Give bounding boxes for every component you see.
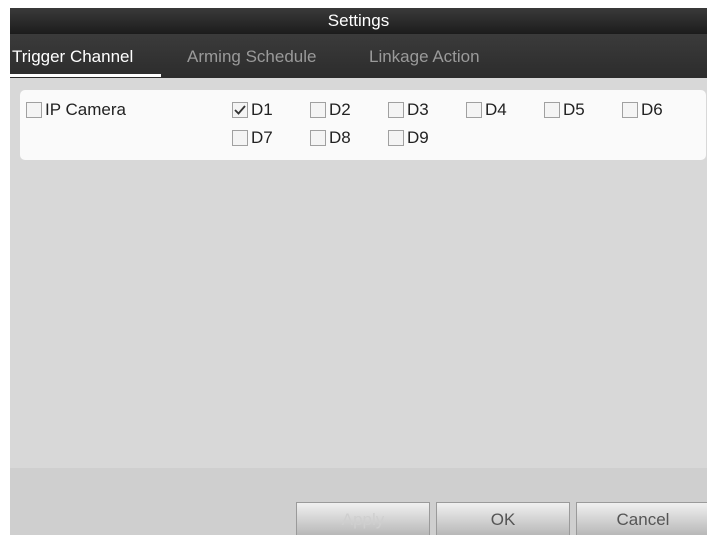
settings-dialog: Settings Trigger Channel Arming Schedule… <box>10 8 707 535</box>
channel-checkbox-d8[interactable]: D8 <box>310 128 351 148</box>
tab-trigger-channel[interactable]: Trigger Channel <box>12 47 133 67</box>
channel-checkbox-d3[interactable]: D3 <box>388 100 429 120</box>
empty-checkbox-icon <box>544 102 560 118</box>
empty-checkbox-icon <box>388 102 404 118</box>
empty-checkbox-icon <box>622 102 638 118</box>
cancel-button[interactable]: Cancel <box>576 502 707 535</box>
checkmark-icon <box>232 102 248 118</box>
channel-label: D7 <box>251 128 273 147</box>
tab-bar: Trigger Channel Arming Schedule Linkage … <box>10 34 707 78</box>
content-area: IP Camera D1 D2 D3 D4 D5 D6 D7 D8 D9 <box>10 78 707 468</box>
empty-checkbox-icon <box>466 102 482 118</box>
apply-button[interactable]: Apply <box>296 502 430 535</box>
empty-checkbox-icon <box>232 130 248 146</box>
channel-checkbox-d1[interactable]: D1 <box>232 100 273 120</box>
channel-label: D1 <box>251 100 273 119</box>
trigger-channel-panel: IP Camera D1 D2 D3 D4 D5 D6 D7 D8 D9 <box>20 90 706 160</box>
ok-button[interactable]: OK <box>436 502 570 535</box>
channel-checkbox-d5[interactable]: D5 <box>544 100 585 120</box>
tab-arming-schedule[interactable]: Arming Schedule <box>187 47 316 67</box>
channel-label: D4 <box>485 100 507 119</box>
dialog-title: Settings <box>10 8 707 34</box>
channel-label: D2 <box>329 100 351 119</box>
active-tab-underline <box>10 74 161 77</box>
ip-camera-label: IP Camera <box>45 100 126 119</box>
channel-label: D3 <box>407 100 429 119</box>
empty-checkbox-icon <box>310 130 326 146</box>
empty-checkbox-icon <box>388 130 404 146</box>
button-bar: Apply OK Cancel <box>10 468 707 535</box>
channel-checkbox-d9[interactable]: D9 <box>388 128 429 148</box>
channel-label: D9 <box>407 128 429 147</box>
ip-camera-checkbox[interactable]: IP Camera <box>26 100 126 120</box>
channel-checkbox-d6[interactable]: D6 <box>622 100 663 120</box>
empty-checkbox-icon <box>26 102 42 118</box>
tab-linkage-action[interactable]: Linkage Action <box>369 47 480 67</box>
channel-label: D8 <box>329 128 351 147</box>
channel-checkbox-d7[interactable]: D7 <box>232 128 273 148</box>
empty-checkbox-icon <box>310 102 326 118</box>
channel-label: D5 <box>563 100 585 119</box>
channel-label: D6 <box>641 100 663 119</box>
channel-checkbox-d4[interactable]: D4 <box>466 100 507 120</box>
channel-checkbox-d2[interactable]: D2 <box>310 100 351 120</box>
